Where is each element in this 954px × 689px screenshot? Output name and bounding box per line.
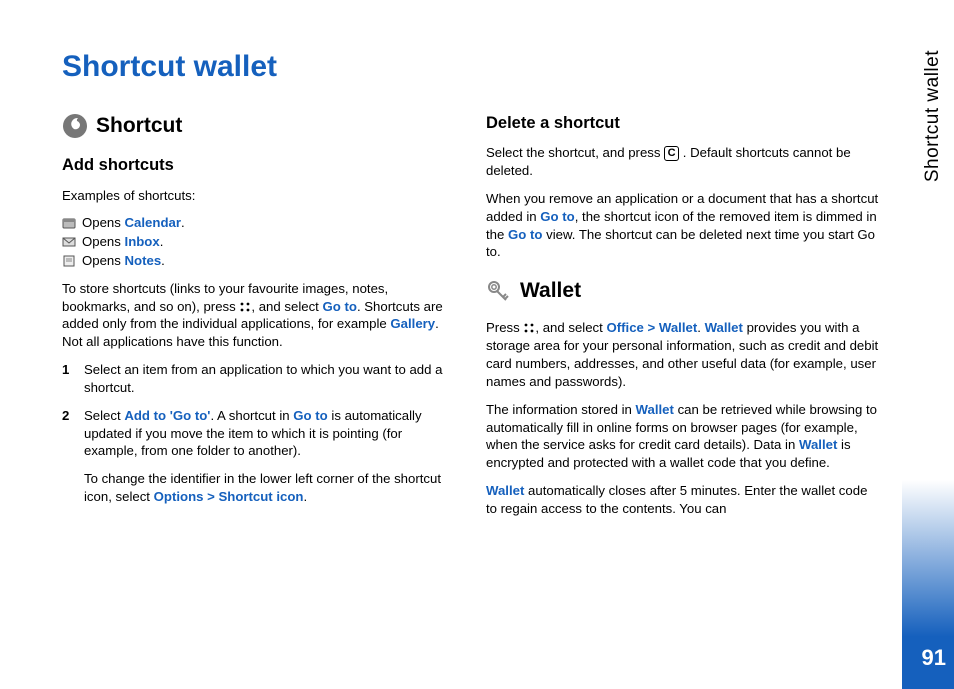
list-item: Opens Inbox. [62,233,456,251]
key-icon [486,278,512,304]
wallet-heading: Wallet [520,277,581,305]
list-item-text: Opens Inbox. [82,233,163,251]
delete-shortcut-p1: Select the shortcut, and press C . Defau… [486,144,880,180]
menu-key-icon [239,301,251,313]
side-tab-label: Shortcut wallet [922,50,944,182]
store-shortcuts-paragraph: To store shortcuts (links to your favour… [62,280,456,351]
clear-key-icon: C [664,146,679,161]
wallet-section-head: Wallet [486,277,880,305]
wallet-p3: Wallet automatically closes after 5 minu… [486,482,880,518]
page-title: Shortcut wallet [62,50,902,84]
step-1: Select an item from an application to wh… [62,361,456,397]
list-item: Opens Calendar. [62,214,456,232]
list-item-text: Opens Calendar. [82,214,185,232]
step-2: Select Add to 'Go to'. A shortcut in Go … [62,407,456,460]
step-2-subnote: To change the identifier in the lower le… [62,470,456,506]
right-column: Delete a shortcut Select the shortcut, a… [486,112,880,528]
list-item: Opens Notes. [62,252,456,270]
menu-key-icon [523,322,535,334]
page-content: Shortcut wallet Shortcut Add shortcuts E… [62,50,902,528]
page-number: 91 [922,645,946,671]
inbox-icon [62,236,76,248]
left-column: Shortcut Add shortcuts Examples of short… [62,112,456,528]
list-item-text: Opens Notes. [82,252,165,270]
wallet-p2: The information stored in Wallet can be … [486,401,880,472]
notes-icon [62,255,76,267]
calendar-icon [62,217,76,229]
wallet-p1: Press , and select Office > Wallet. Wall… [486,319,880,390]
two-column-layout: Shortcut Add shortcuts Examples of short… [62,112,902,528]
shortcut-heading: Shortcut [96,112,182,140]
shortcut-section-head: Shortcut [62,112,456,140]
examples-intro: Examples of shortcuts: [62,187,456,205]
delete-shortcut-p2: When you remove an application or a docu… [486,190,880,261]
add-shortcuts-heading: Add shortcuts [62,154,456,176]
delete-shortcut-heading: Delete a shortcut [486,112,880,134]
steps-list: Select an item from an application to wh… [62,361,456,460]
vodafone-logo-icon [62,113,88,139]
shortcut-examples-list: Opens Calendar. Opens Inbox. Opens Notes… [62,214,456,269]
